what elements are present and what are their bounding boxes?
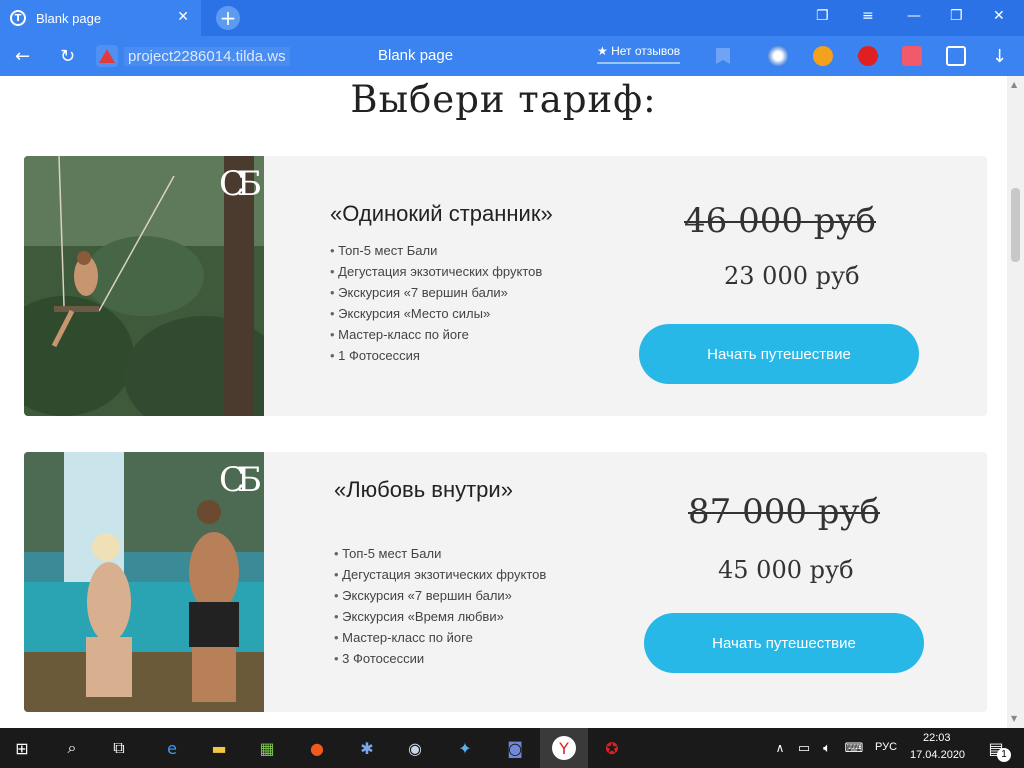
- scroll-thumb[interactable]: [1011, 188, 1020, 262]
- old-price: 87 000 руб: [688, 492, 881, 532]
- search-icon[interactable]: ⌕: [60, 736, 84, 760]
- volume-icon[interactable]: 🔈︎: [815, 736, 839, 760]
- tariff-photo-waterfall-couple: СБ: [24, 452, 264, 712]
- taskbar: ⊞ ⌕ ⧉ e ▬ ▦ ● ✱ ◉ ✦ ◙ Y ✪ ∧ ▭ 🔈︎ ⌨ РУС 2…: [0, 728, 1024, 768]
- extension-fox-icon[interactable]: [813, 46, 833, 66]
- feature-item: Дегустация экзотических фруктов: [330, 261, 542, 282]
- feature-item: Экскурсия «Время любви»: [334, 606, 546, 627]
- feature-item: Дегустация экзотических фруктов: [334, 564, 546, 585]
- reload-icon[interactable]: ↻: [60, 46, 75, 67]
- discord-icon[interactable]: ◙: [503, 736, 527, 760]
- feature-item: Мастер-класс по йоге: [334, 627, 546, 648]
- extension-globe-icon[interactable]: [768, 46, 788, 66]
- section-heading: Выбери тариф:: [350, 78, 657, 121]
- clock-time[interactable]: 22:03: [923, 732, 951, 744]
- yandex-browser-icon[interactable]: Y: [552, 736, 576, 760]
- extension-calendar-icon[interactable]: [902, 46, 922, 66]
- start-journey-button[interactable]: Начать путешествие: [639, 324, 919, 384]
- new-tab-button[interactable]: +: [216, 6, 240, 30]
- start-journey-button[interactable]: Начать путешествие: [644, 613, 924, 673]
- tariff-card-2: СБ «Любовь внутри» Топ-5 мест Бали Дегус…: [24, 452, 987, 712]
- feature-item: Мастер-класс по йоге: [330, 324, 542, 345]
- tariff-title: «Любовь внутри»: [334, 477, 513, 502]
- tilda-icon: T: [10, 10, 26, 26]
- steam-icon[interactable]: ◉: [403, 736, 427, 760]
- brand-logo: СБ: [219, 164, 262, 204]
- feature-item: Топ-5 мест Бали: [330, 240, 542, 261]
- clock-date[interactable]: 17.04.2020: [910, 749, 965, 761]
- old-price: 46 000 руб: [684, 201, 877, 241]
- language-indicator[interactable]: РУС: [875, 741, 897, 753]
- extension-screenshot-icon[interactable]: [946, 46, 966, 66]
- minimize-icon[interactable]: —: [907, 8, 921, 24]
- bookmarks-panel-icon[interactable]: ❐: [816, 8, 829, 24]
- tariff-features: Топ-5 мест Бали Дегустация экзотических …: [334, 543, 546, 669]
- close-window-icon[interactable]: ✕: [993, 8, 1005, 24]
- tariff-features: Топ-5 мест Бали Дегустация экзотических …: [330, 240, 542, 366]
- feature-item: 1 Фотосессия: [330, 345, 542, 366]
- new-price: 45 000 руб: [718, 556, 854, 584]
- app-icon[interactable]: ✱: [355, 736, 379, 760]
- page-content: Выбери тариф: СБ «Одинокий странник» Топ: [0, 76, 1007, 728]
- close-tab-icon[interactable]: ✕: [177, 9, 189, 25]
- windows-start-icon[interactable]: ⊞: [10, 736, 34, 760]
- tab-title: Blank page: [36, 10, 102, 26]
- store-icon[interactable]: ▦: [255, 736, 279, 760]
- back-icon[interactable]: ←: [15, 46, 30, 67]
- restore-icon[interactable]: ❒: [950, 8, 963, 24]
- brand-logo: СБ: [219, 460, 262, 500]
- url-text[interactable]: project2286014.tilda.ws: [124, 46, 290, 66]
- game-app-icon[interactable]: ✪: [600, 736, 624, 760]
- origin-icon[interactable]: ●: [305, 736, 329, 760]
- tray-chevron-icon[interactable]: ∧: [768, 736, 792, 760]
- tariff-photo-jungle-swing: СБ: [24, 156, 264, 416]
- feature-item: Топ-5 мест Бали: [334, 543, 546, 564]
- notification-count: 1: [997, 748, 1011, 762]
- feature-item: 3 Фотосессии: [334, 648, 546, 669]
- reviews-button[interactable]: ★ Нет отзывов: [597, 44, 681, 64]
- scroll-up-icon[interactable]: ▲: [1011, 80, 1017, 89]
- file-explorer-icon[interactable]: ▬: [207, 736, 231, 760]
- battlenet-icon[interactable]: ✦: [453, 736, 477, 760]
- page-title: Blank page: [378, 47, 454, 64]
- extension-adblock-icon[interactable]: [858, 46, 878, 66]
- url-field[interactable]: project2286014.tilda.ws: [96, 44, 290, 68]
- feature-item: Экскурсия «7 вершин бали»: [330, 282, 542, 303]
- download-icon[interactable]: ↓: [992, 46, 1007, 67]
- tariff-card-1: СБ «Одинокий странник» Топ-5 мест Бали Д…: [24, 156, 987, 416]
- scroll-down-icon[interactable]: ▼: [1011, 714, 1017, 723]
- menu-icon[interactable]: ≡: [862, 8, 874, 24]
- tab-bar: T Blank page ✕ + ❐ ≡ — ❒ ✕: [0, 0, 1024, 36]
- keyboard-icon[interactable]: ⌨: [842, 736, 866, 760]
- network-icon[interactable]: ▭: [792, 736, 816, 760]
- feature-item: Экскурсия «Место силы»: [330, 303, 542, 324]
- feature-item: Экскурсия «7 вершин бали»: [334, 585, 546, 606]
- tab-blank-page[interactable]: T Blank page ✕: [0, 0, 201, 36]
- new-price: 23 000 руб: [724, 262, 860, 290]
- tariff-title: «Одинокий странник»: [330, 201, 553, 226]
- warning-icon[interactable]: [96, 45, 118, 67]
- edge-icon[interactable]: e: [160, 736, 184, 760]
- task-view-icon[interactable]: ⧉: [107, 736, 131, 760]
- scrollbar[interactable]: ▲ ▼: [1007, 76, 1024, 728]
